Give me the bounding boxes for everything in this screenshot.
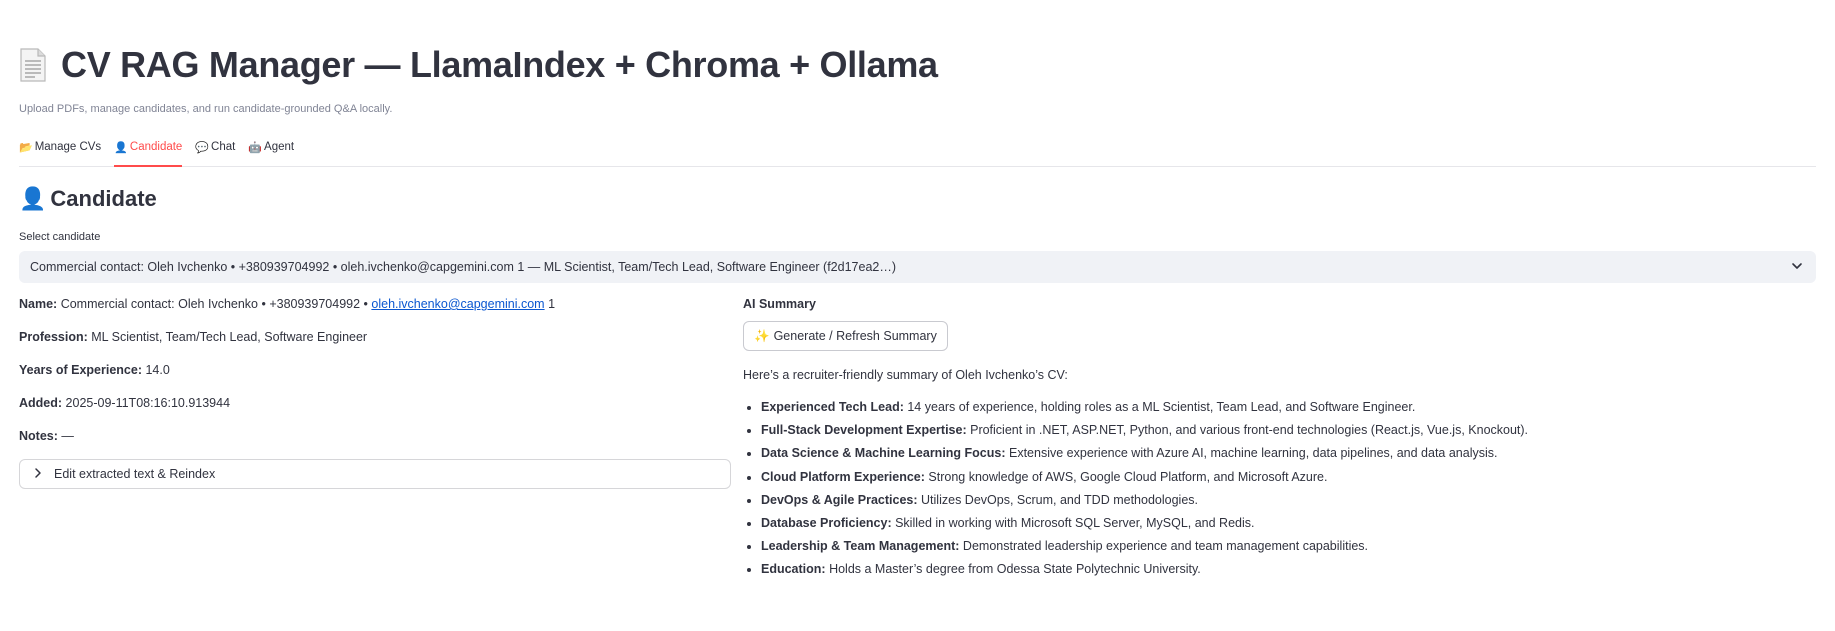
item-text: Strong knowledge of AWS, Google Cloud Pl… xyxy=(928,469,1328,484)
candidate-details: Name: Commercial contact: Oleh Ivchenko … xyxy=(19,297,731,492)
summary-intro: Here’s a recruiter-friendly summary of O… xyxy=(743,368,1068,382)
expander-label: Edit extracted text & Reindex xyxy=(54,467,216,481)
tab-label: Candidate xyxy=(129,141,183,153)
profession-value: ML Scientist, Team/Tech Lead, Software E… xyxy=(91,330,368,344)
speech-bubble-icon: 💬 xyxy=(195,142,210,154)
profession-label: Profession: xyxy=(19,330,88,344)
chevron-right-icon xyxy=(32,467,54,482)
item-text: Extensive experience with Azure AI, mach… xyxy=(1009,446,1498,461)
item-title: Database Proficiency: xyxy=(761,515,892,530)
summary-list: Experienced Tech Lead: 14 years of exper… xyxy=(743,400,1813,577)
years-value: 14.0 xyxy=(145,363,170,377)
list-item: Database Proficiency: Skilled in working… xyxy=(761,516,1813,531)
folder-icon: 📂 xyxy=(19,142,33,154)
added-label: Added: xyxy=(19,396,63,410)
candidate-select[interactable]: Commercial contact: Oleh Ivchenko • +380… xyxy=(19,251,1816,283)
name-suffix: 1 xyxy=(548,297,556,311)
notes-field: Notes: — xyxy=(19,429,731,444)
list-item: DevOps & Agile Practices: Utilizes DevOp… xyxy=(761,493,1813,508)
notes-value: — xyxy=(61,429,74,443)
item-title: Leadership & Team Management: xyxy=(761,539,960,554)
ai-summary-label: AI Summary xyxy=(743,297,816,311)
page-title: CV RAG Manager — LlamaIndex + Chroma + O… xyxy=(19,44,938,86)
email-link[interactable]: oleh.ivchenko@capgemini.com xyxy=(371,297,544,311)
generate-summary-label: Generate / Refresh Summary xyxy=(773,329,937,343)
ai-summary-panel: AI Summary ✨ Generate / Refresh Summary … xyxy=(743,297,1813,586)
page-subtitle: Upload PDFs, manage candidates, and run … xyxy=(19,103,393,115)
item-title: Experienced Tech Lead: xyxy=(761,400,904,414)
list-item: Education: Holds a Master’s degree from … xyxy=(761,562,1813,577)
robot-icon: 🤖 xyxy=(248,142,263,154)
person-icon: 👤 xyxy=(19,186,47,211)
list-item: Full-Stack Development Expertise: Profic… xyxy=(761,423,1813,438)
name-field: Name: Commercial contact: Oleh Ivchenko … xyxy=(19,297,731,312)
item-title: Cloud Platform Experience: xyxy=(761,469,925,484)
years-label: Years of Experience: xyxy=(19,363,142,377)
tab-manage-cvs[interactable]: 📂 Manage CVs xyxy=(19,136,101,165)
item-text: Holds a Master’s degree from Odessa Stat… xyxy=(829,562,1201,577)
chevron-down-icon xyxy=(1789,258,1805,277)
notes-label: Notes: xyxy=(19,429,58,443)
tab-chat[interactable]: 💬 Chat xyxy=(195,136,235,165)
item-text: Skilled in working with Microsoft SQL Se… xyxy=(895,515,1255,530)
tab-candidate[interactable]: 👤 Candidate xyxy=(114,136,183,167)
added-value: 2025-09-11T08:16:10.913944 xyxy=(65,396,231,410)
item-text: Demonstrated leadership experience and t… xyxy=(962,539,1369,554)
name-label: Name: xyxy=(19,297,58,311)
tab-agent[interactable]: 🤖 Agent xyxy=(248,136,294,165)
item-title: Data Science & Machine Learning Focus: xyxy=(761,446,1006,461)
person-icon: 👤 xyxy=(114,142,128,154)
generate-summary-button[interactable]: ✨ Generate / Refresh Summary xyxy=(743,321,948,351)
item-text: Utilizes DevOps, Scrum, and TDD methodol… xyxy=(921,492,1198,507)
page-title-text: CV RAG Manager — LlamaIndex + Chroma + O… xyxy=(61,44,938,85)
list-item: Experienced Tech Lead: 14 years of exper… xyxy=(761,400,1813,415)
item-title: Full-Stack Development Expertise: xyxy=(761,423,967,438)
list-item: Cloud Platform Experience: Strong knowle… xyxy=(761,470,1813,485)
section-heading-text: Candidate xyxy=(50,186,157,211)
profession-field: Profession: ML Scientist, Team/Tech Lead… xyxy=(19,330,731,345)
item-title: DevOps & Agile Practices: xyxy=(761,492,918,507)
section-heading: 👤 Candidate xyxy=(19,186,157,212)
tab-bar: 📂 Manage CVs 👤 Candidate 💬 Chat 🤖 Agent xyxy=(19,136,1816,167)
item-title: Education: xyxy=(761,562,826,577)
list-item: Leadership & Team Management: Demonstrat… xyxy=(761,539,1813,554)
document-icon xyxy=(19,48,47,82)
edit-text-expander[interactable]: Edit extracted text & Reindex xyxy=(19,459,731,489)
years-field: Years of Experience: 14.0 xyxy=(19,363,731,378)
added-field: Added: 2025-09-11T08:16:10.913944 xyxy=(19,396,731,411)
item-text: 14 years of experience, holding roles as… xyxy=(907,400,1416,414)
name-value: Commercial contact: Oleh Ivchenko • +380… xyxy=(60,297,368,311)
item-text: Proficient in .NET, ASP.NET, Python, and… xyxy=(970,423,1529,438)
tab-label: Agent xyxy=(264,141,295,153)
list-item: Data Science & Machine Learning Focus: E… xyxy=(761,446,1813,461)
sparkles-icon: ✨ xyxy=(754,328,770,343)
select-candidate-label: Select candidate xyxy=(19,231,101,243)
tab-label: Chat xyxy=(211,141,236,153)
tab-label: Manage CVs xyxy=(34,141,102,153)
candidate-select-value: Commercial contact: Oleh Ivchenko • +380… xyxy=(30,260,897,274)
